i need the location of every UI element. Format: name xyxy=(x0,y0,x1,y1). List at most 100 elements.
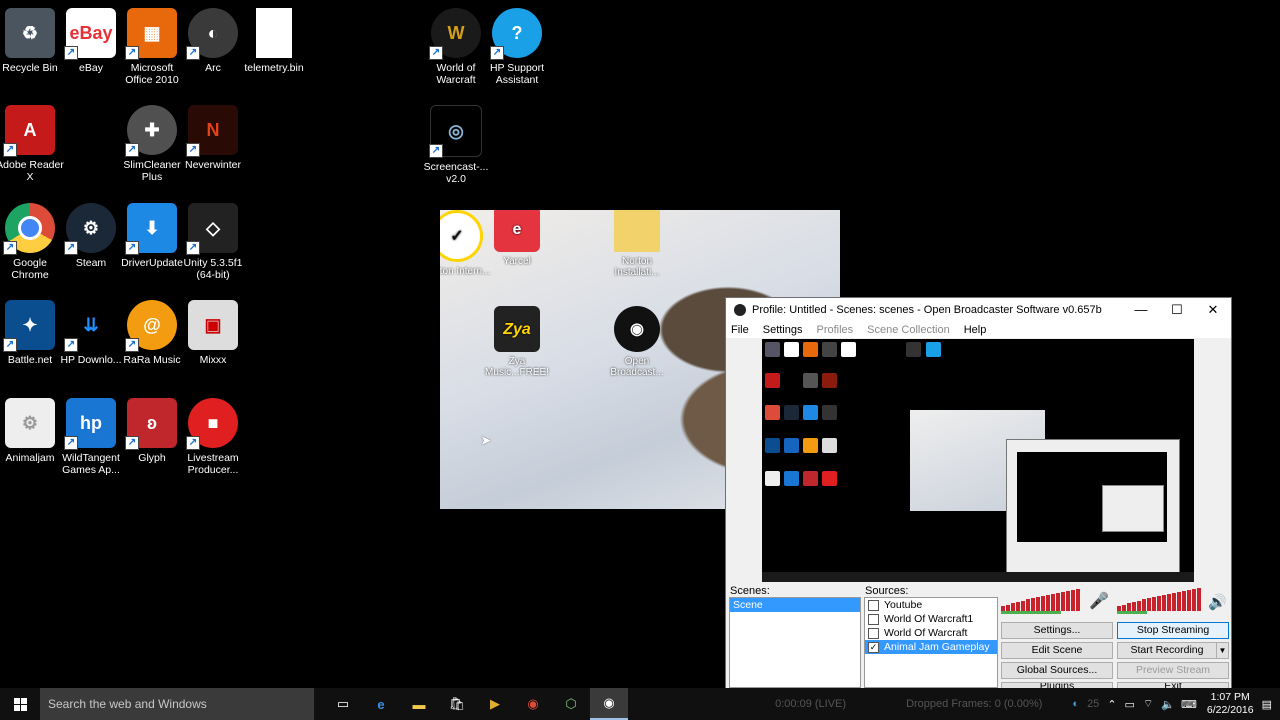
office-shortcut[interactable]: ▦ ↗ Microsoft Office 2010 xyxy=(117,8,187,86)
chevron-up-icon[interactable]: ⌃ xyxy=(1107,698,1116,711)
arc-icon: ◐ ↗ xyxy=(186,8,238,60)
source-item-animal-jam[interactable]: ✓ Animal Jam Gameplay xyxy=(865,640,997,654)
steam-shortcut[interactable]: ⚙ ↗ Steam xyxy=(56,203,126,269)
start-button[interactable] xyxy=(0,688,40,720)
source-item-youtube[interactable]: Youtube xyxy=(865,598,997,612)
volume-icon[interactable]: 🔈 xyxy=(1161,698,1175,711)
office-icon: ▦ ↗ xyxy=(125,8,177,60)
menu-profiles[interactable]: Profiles xyxy=(816,322,853,338)
start-recording-button[interactable]: Start Recording xyxy=(1117,642,1217,659)
mic-level-bar xyxy=(1001,611,1061,614)
livestream-icon: ■ ↗ xyxy=(186,398,238,450)
wow-shortcut[interactable]: W ↗ World of Warcraft xyxy=(421,8,491,86)
edit-scene-button[interactable]: Edit Scene xyxy=(1001,642,1113,659)
stream-preview xyxy=(762,339,1194,582)
screencast-shortcut[interactable]: ◎ ↗ Screencast-... v2.0 xyxy=(421,105,491,185)
hp-icon[interactable]: ⬡ xyxy=(552,688,590,720)
adobe-reader-shortcut[interactable]: A ↗ Adobe Reader X xyxy=(0,105,65,183)
desktop-volume-meter[interactable]: 🔊 xyxy=(1117,587,1227,611)
search-box[interactable]: Search the web and Windows xyxy=(40,688,314,720)
source-checkbox[interactable] xyxy=(868,599,879,611)
maximize-button[interactable]: ☐ xyxy=(1159,298,1195,322)
source-checkbox[interactable] xyxy=(868,613,879,625)
battery-icon[interactable]: ▭ xyxy=(1125,698,1135,711)
hp-download-shortcut[interactable]: ⇊ ↗ HP Downlo... xyxy=(56,300,126,366)
source-checkbox-checked[interactable]: ✓ xyxy=(868,641,879,653)
sources-list[interactable]: Youtube World Of Warcraft1 World Of Warc… xyxy=(864,597,998,688)
glyph-shortcut[interactable]: ʚ ↗ Glyph xyxy=(117,398,187,464)
edge-icon[interactable]: e xyxy=(362,688,400,720)
close-button[interactable]: ✕ xyxy=(1195,298,1231,322)
menu-scene-collection[interactable]: Scene Collection xyxy=(867,322,950,338)
obs-window: Profile: Untitled - Scenes: scenes - Ope… xyxy=(725,297,1232,690)
mic-volume-meter[interactable]: 🎤 xyxy=(1001,587,1109,611)
speaker-icon[interactable]: 🔊 xyxy=(1208,593,1227,611)
rara-music-shortcut[interactable]: @ ↗ RaRa Music xyxy=(117,300,187,366)
mixxx-shortcut[interactable]: ▣ Mixxx xyxy=(178,300,248,366)
source-checkbox[interactable] xyxy=(868,627,879,639)
windows-logo-icon xyxy=(13,697,27,711)
screencast-icon: ◎ ↗ xyxy=(429,105,482,158)
scenes-list[interactable]: Scene xyxy=(729,597,861,688)
neverwinter-shortcut[interactable]: N ↗ Neverwinter xyxy=(178,105,248,171)
unity-shortcut[interactable]: ◇ ↗ Unity 5.3.5f1 (64-bit) xyxy=(178,203,248,281)
menu-help[interactable]: Help xyxy=(964,322,987,338)
tray-app-icon[interactable]: ◐ xyxy=(1072,698,1079,710)
recording-dropdown-button[interactable]: ▼ xyxy=(1216,642,1229,659)
shortcut-arrow-icon: ↗ xyxy=(64,46,78,60)
clock[interactable]: 1:07 PM 6/22/2016 xyxy=(1199,691,1262,717)
source-item-wow[interactable]: World Of Warcraft xyxy=(865,626,997,640)
zya-shortcut[interactable]: Zya Zya Music...FREE! xyxy=(482,306,552,378)
menu-file[interactable]: File xyxy=(731,322,749,338)
slimcleaner-shortcut[interactable]: ✚ ↗ SlimCleaner Plus xyxy=(117,105,187,183)
network-icon[interactable]: ⌔ xyxy=(1143,697,1153,711)
task-view-icon[interactable]: ▭ xyxy=(324,688,362,720)
menu-bar: File Settings Profiles Scene Collection … xyxy=(726,322,1231,338)
chrome-icon[interactable]: ◉ xyxy=(514,688,552,720)
minimize-button[interactable]: — xyxy=(1123,298,1159,322)
scene-item[interactable]: Scene xyxy=(730,598,860,612)
obs-fps: 25 xyxy=(1087,698,1100,710)
settings-button[interactable]: Settings... xyxy=(1001,622,1113,639)
ebay-shortcut[interactable]: eBay ↗ eBay xyxy=(56,8,126,74)
obs-icon[interactable]: ◉ xyxy=(590,688,628,720)
shortcut-arrow-icon: ↗ xyxy=(64,436,78,450)
system-tray: 0:00:09 (LIVE) Dropped Frames: 0 (0.00%)… xyxy=(775,688,1280,720)
shortcut-arrow-icon: ↗ xyxy=(186,143,200,157)
yarcel-shortcut[interactable]: e Yarcel xyxy=(482,210,552,267)
taskbar: Search the web and Windows ▭ e ▬ 🛍 ▶ ◉ ⬡… xyxy=(0,688,1280,720)
norton-installation-folder[interactable]: Norton Installati... xyxy=(602,210,672,278)
shortcut-arrow-icon: ↗ xyxy=(64,338,78,352)
shortcut-arrow-icon: ↗ xyxy=(186,46,200,60)
obs-dropped-frames: Dropped Frames: 0 (0.00%) xyxy=(906,698,1043,710)
shortcut-arrow-icon: ↗ xyxy=(186,436,200,450)
window-title: Profile: Untitled - Scenes: scenes - Ope… xyxy=(752,304,1102,316)
neverwinter-icon: N ↗ xyxy=(186,105,238,157)
global-sources-button[interactable]: Global Sources... xyxy=(1001,662,1113,679)
obs-titlebar[interactable]: Profile: Untitled - Scenes: scenes - Ope… xyxy=(726,298,1231,322)
shortcut-arrow-icon: ↗ xyxy=(3,241,17,255)
telemetry-file[interactable]: telemetry.bin xyxy=(239,8,309,74)
wildtangent-shortcut[interactable]: hp ↗ WildTangent Games Ap... xyxy=(56,398,126,476)
source-item-wow1[interactable]: World Of Warcraft1 xyxy=(865,612,997,626)
menu-settings[interactable]: Settings xyxy=(763,322,803,338)
arc-shortcut[interactable]: ◐ ↗ Arc xyxy=(178,8,248,74)
store-icon[interactable]: 🛍 xyxy=(438,688,476,720)
media-icon[interactable]: ▶ xyxy=(476,688,514,720)
obs-logo-icon xyxy=(734,304,746,316)
hp-support-icon: ? ↗ xyxy=(490,8,542,60)
file-explorer-icon[interactable]: ▬ xyxy=(400,688,438,720)
livestream-shortcut[interactable]: ■ ↗ Livestream Producer... xyxy=(178,398,248,476)
scenes-label: Scenes: xyxy=(730,585,770,597)
driverupdate-shortcut[interactable]: ⬇ ↗ DriverUpdate xyxy=(117,203,187,269)
stop-streaming-button[interactable]: Stop Streaming xyxy=(1117,622,1229,639)
keyboard-icon[interactable]: ⌨ xyxy=(1181,698,1197,711)
preview-stream-button[interactable]: Preview Stream xyxy=(1117,662,1229,679)
notification-icon[interactable]: ▤ xyxy=(1262,698,1272,711)
microphone-icon[interactable]: 🎤 xyxy=(1089,591,1109,611)
obs-shortcut[interactable]: ◉ Open Broadcast... xyxy=(602,306,672,378)
wildtangent-icon: hp ↗ xyxy=(64,398,116,450)
chevron-down-icon: ▼ xyxy=(1218,646,1227,655)
hp-support-shortcut[interactable]: ? ↗ HP Support Assistant xyxy=(482,8,552,86)
mouse-cursor-icon: ➤ xyxy=(480,432,492,448)
